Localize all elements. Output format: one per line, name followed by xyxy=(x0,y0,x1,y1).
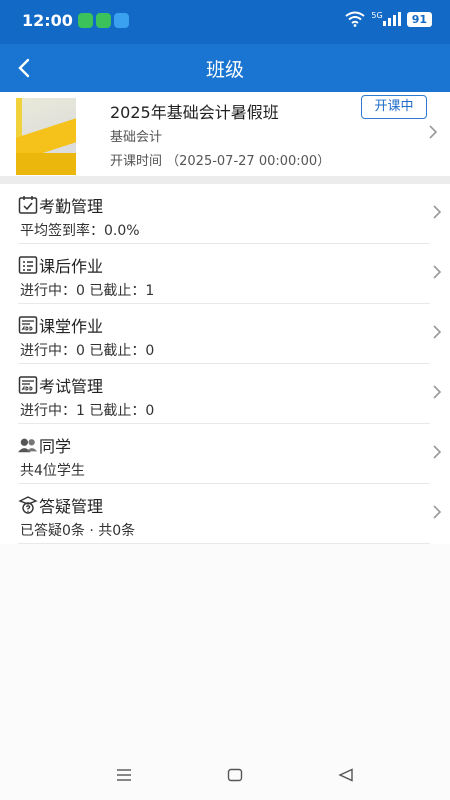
menu-item-detail: 进行中：0 已截止：1 xyxy=(20,283,155,299)
message-app-icon xyxy=(114,13,129,28)
exam-icon xyxy=(18,376,38,394)
students-icon xyxy=(18,438,38,453)
chevron-right-icon xyxy=(433,325,442,339)
menu-item-classwork[interactable]: 课堂作业 进行中：0 已截止：0 xyxy=(18,304,442,364)
course-subject: 基础会计 xyxy=(110,130,163,145)
menu-item-label: 课堂作业 xyxy=(39,317,104,336)
course-cover-image xyxy=(16,98,76,175)
status-badge: 开课中 xyxy=(361,95,427,119)
system-status: 5G 91 xyxy=(345,11,432,27)
title-bar: 班级 xyxy=(0,44,450,92)
chevron-right-icon xyxy=(433,505,442,519)
menu-item-detail: 进行中：0 已截止：0 xyxy=(20,343,155,359)
menu-item-detail: 平均签到率：0.0% xyxy=(20,223,140,239)
menu-item-homework[interactable]: 课后作业 进行中：0 已截止：1 xyxy=(18,244,442,304)
section-divider xyxy=(0,176,450,184)
course-start-time: 开课时间 （2025-07-27 00:00:00） xyxy=(110,154,331,169)
qa-icon xyxy=(18,496,38,514)
course-card[interactable]: 2025年基础会计暑假班 基础会计 开课时间 （2025-07-27 00:00… xyxy=(0,92,450,176)
chevron-right-icon xyxy=(433,445,442,459)
wifi-icon xyxy=(345,11,366,27)
back-nav-icon[interactable] xyxy=(338,768,354,782)
menu-item-detail: 进行中：1 已截止：0 xyxy=(20,403,155,419)
status-time: 12:00 xyxy=(22,11,73,30)
course-title: 2025年基础会计暑假班 xyxy=(110,103,279,122)
class-menu: 考勤管理 平均签到率：0.0% 课后作业 进行中：0 已截止：1 课堂作业 进行… xyxy=(0,184,450,544)
attendance-icon xyxy=(18,196,38,214)
system-nav-bar xyxy=(0,760,450,800)
menu-icon[interactable] xyxy=(116,768,132,782)
menu-item-label: 考试管理 xyxy=(39,377,104,396)
menu-item-classmates[interactable]: 同学 共4位学生 xyxy=(18,424,442,484)
notification-icons xyxy=(78,13,129,28)
menu-item-detail: 共4位学生 xyxy=(20,463,85,479)
network-label: 5G xyxy=(371,10,383,20)
home-icon[interactable] xyxy=(227,768,243,782)
classwork-icon xyxy=(18,316,38,334)
chevron-right-icon xyxy=(433,385,442,399)
signal-icon xyxy=(382,12,401,26)
chat-app-icon xyxy=(78,13,93,28)
page-title: 班级 xyxy=(205,59,244,81)
battery-indicator: 91 xyxy=(406,11,432,27)
menu-item-qa[interactable]: 答疑管理 已答疑0条 · 共0条 xyxy=(18,484,442,544)
menu-item-exam[interactable]: 考试管理 进行中：1 已截止：0 xyxy=(18,364,442,424)
menu-item-label: 考勤管理 xyxy=(39,197,104,216)
menu-item-label: 课后作业 xyxy=(39,257,104,276)
chevron-right-icon xyxy=(433,205,442,219)
phone-app-icon xyxy=(96,13,111,28)
homework-icon xyxy=(18,256,38,274)
chevron-right-icon xyxy=(428,124,438,144)
menu-item-label: 答疑管理 xyxy=(39,497,104,516)
menu-item-attendance[interactable]: 考勤管理 平均签到率：0.0% xyxy=(18,184,442,244)
chevron-right-icon xyxy=(433,265,442,279)
menu-item-detail: 已答疑0条 · 共0条 xyxy=(20,523,136,539)
status-bar: 12:00 5G 91 xyxy=(0,0,450,44)
menu-item-label: 同学 xyxy=(39,437,72,456)
